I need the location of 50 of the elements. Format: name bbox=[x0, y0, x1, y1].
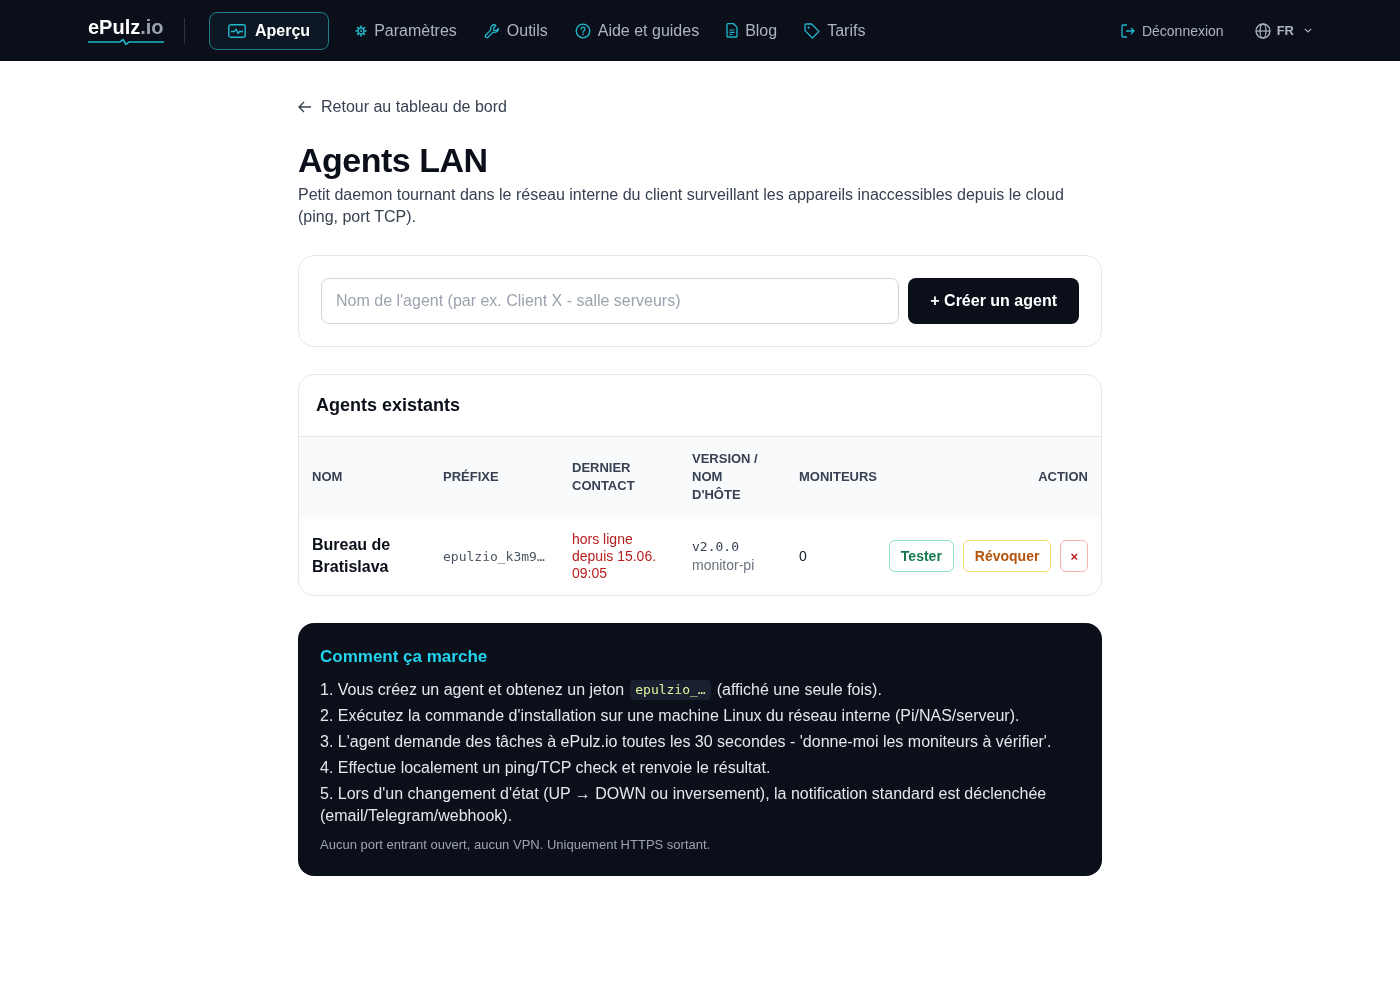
nav-link[interactable]: Paramètres bbox=[354, 11, 458, 50]
step-text: 5. Lors d'un changement d'état (UP → DOWN ou inversement), la notification standard est déclenchée (email/Telegram/webhook). bbox=[320, 785, 1047, 824]
revoke-button[interactable]: Révoquer bbox=[962, 540, 1052, 572]
test-button[interactable]: Tester bbox=[888, 540, 954, 572]
logout-icon bbox=[1120, 23, 1135, 38]
arrow-left-icon bbox=[298, 101, 312, 113]
document-icon bbox=[726, 23, 739, 38]
monitor-pulse-icon bbox=[228, 23, 246, 38]
step-text: 2. Exécutez la commande d'installation sur une machine Linux du réseau interne (Pi/NAS/serveur). bbox=[320, 707, 1020, 724]
step-text: 3. L'agent demande des tâches à ePulz.io toutes les 30 secondes - 'donne-moi les moniteurs à vérifier'. bbox=[320, 733, 1052, 750]
version-text: v2.0.0 bbox=[692, 538, 740, 556]
page-description: Petit daemon tournant dans le réseau interne du client surveillant les appareils inaccessibles depuis le cloud (ping, port TCP). bbox=[298, 185, 1065, 227]
back-link[interactable]: Retour au tableau de bord bbox=[298, 96, 507, 118]
gear-icon bbox=[355, 24, 368, 37]
nav-link[interactable]: Blog bbox=[725, 11, 779, 50]
security-note: Aucun port entrant ouvert, aucun VPN. Uniquement HTTPS sortant. bbox=[320, 836, 712, 854]
step-text: 4. Effectue localement un ping/TCP check et renvoie le résultat. bbox=[320, 759, 771, 776]
nav-link[interactable]: Aide et guides bbox=[573, 11, 701, 50]
language-selector[interactable]: FR bbox=[1254, 22, 1312, 39]
nav-link[interactable]: Tarifs bbox=[803, 11, 867, 50]
nav-link[interactable]: Aperçu bbox=[209, 11, 330, 50]
column-header: DERNIER CONTACT bbox=[559, 437, 679, 517]
column-header: ACTION bbox=[886, 437, 1101, 517]
logo-link[interactable]: ePulz.io bbox=[88, 16, 164, 45]
delete-button[interactable]: × bbox=[1060, 540, 1088, 572]
nav-link[interactable]: Outils bbox=[482, 11, 549, 50]
help-icon bbox=[574, 22, 591, 39]
token-code: epulzio_… bbox=[630, 680, 711, 700]
agent-name-cell: Bureau de Bratislava bbox=[299, 517, 430, 595]
step-text: (affiché une seule fois). bbox=[716, 681, 882, 698]
section-title: Agents existants bbox=[316, 395, 461, 416]
wrench-icon bbox=[483, 22, 500, 39]
pulse-line-icon bbox=[88, 39, 164, 45]
globe-icon bbox=[1254, 22, 1271, 39]
create-agent-button[interactable]: + Créer un agent bbox=[908, 278, 1079, 324]
step-text: 1. Vous créez un agent et obtenez un jeton bbox=[320, 681, 625, 698]
column-header: MONITEURS bbox=[786, 437, 886, 517]
prefix-cell: epulzio_k3m9… bbox=[430, 517, 559, 595]
logout-link[interactable]: Déconnexion bbox=[1120, 22, 1224, 39]
last-contact-cell: hors ligne depuis 15.06. 09:05 bbox=[559, 517, 679, 595]
tag-icon bbox=[804, 22, 821, 39]
column-header: VERSION / NOM D'HÔTE bbox=[679, 437, 786, 517]
page-title: Agents LAN bbox=[298, 140, 489, 180]
hostname-text: monitor-pi bbox=[692, 556, 756, 574]
column-header: NOM bbox=[299, 437, 430, 517]
monitors-cell: 0 bbox=[786, 517, 886, 595]
panel-title: Comment ça marche bbox=[320, 647, 489, 667]
column-header: PRÉFIXE bbox=[430, 437, 559, 517]
chevron-down-icon bbox=[1304, 28, 1312, 33]
agent-name-input[interactable]: Nom de l'agent (par ex. Client X - salle serveurs) bbox=[321, 278, 900, 324]
